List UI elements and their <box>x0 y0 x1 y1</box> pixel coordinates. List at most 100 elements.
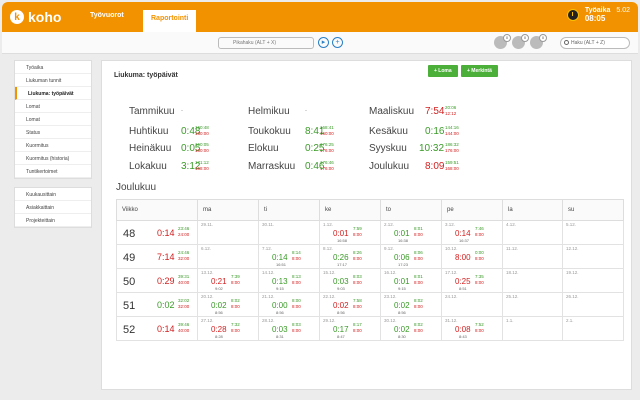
day-done: 8:00 <box>292 298 301 303</box>
month-done: 159:51 <box>445 160 459 165</box>
sidebar-item[interactable]: Kuukausittain <box>15 188 91 201</box>
day-cell[interactable]: 7.12. 0:14 8:14 8:00 16:51 <box>258 244 320 269</box>
day-target: 8:00 <box>292 304 301 309</box>
day-balance: 8:00 <box>455 253 471 262</box>
toolbar: Pikahaku (ALT + X) ▸ + 0 0 0 Haku (ALT +… <box>2 32 638 54</box>
plus-icon[interactable]: + <box>332 37 343 48</box>
week-number: 52 <box>123 324 136 336</box>
quick-search-input[interactable]: Pikahaku (ALT + X) <box>218 37 314 49</box>
day-cell[interactable]: 4.12. <box>502 220 563 245</box>
day-target: 8:00 <box>414 280 423 285</box>
day-cell[interactable]: 16.12. 0:01 8:01 8:00 9:15 <box>380 268 442 293</box>
day-time: 8:28 <box>215 334 223 339</box>
day-cell[interactable]: 8.12. 0:26 8:26 8:00 17:17 <box>319 244 381 269</box>
add-leave-button[interactable]: + Loma <box>428 65 458 77</box>
week-hours: 24:46 32:00 <box>178 250 189 262</box>
day-cell[interactable]: 30.12. 0:02 8:02 8:00 8:30 <box>380 316 442 341</box>
day-date: 21.12. <box>262 294 275 299</box>
day-cell[interactable]: 10.12. 8:00 0:00 8:00 <box>441 244 503 269</box>
calendar-icon[interactable]: 0 <box>512 34 529 49</box>
play-icon[interactable]: ▸ <box>318 37 329 48</box>
day-cell[interactable]: 24.12. <box>441 292 503 317</box>
day-cell[interactable]: 26.12. <box>562 292 624 317</box>
day-cell[interactable]: 21.12. 0:00 8:00 8:00 8:56 <box>258 292 320 317</box>
day-cell[interactable]: 23.12. 0:02 8:02 8:00 8:56 <box>380 292 442 317</box>
day-cell[interactable]: 29.12. 0:17 8:17 8:00 8:47 <box>319 316 381 341</box>
day-cell[interactable]: 2.1. <box>562 316 624 341</box>
day-date: 15.12. <box>323 270 336 275</box>
day-cell[interactable]: 11.12. <box>502 244 563 269</box>
add-entry-button[interactable]: + Merkintä <box>461 65 498 77</box>
day-cell[interactable]: 27.12. 0:28 7:32 8:00 8:28 <box>197 316 259 341</box>
day-done: 7:52 <box>475 322 484 327</box>
day-cell[interactable]: 20.12. 0:02 8:02 8:00 8:56 <box>197 292 259 317</box>
koho-logo[interactable]: k koho <box>10 9 61 25</box>
sidebar-item[interactable]: Kuormitus (historia) <box>15 152 91 165</box>
clock-time: 08:05 <box>584 14 606 23</box>
search-input[interactable]: Haku (ALT + Z) <box>560 37 630 49</box>
day-balance: 0:02 <box>211 301 227 310</box>
week-cell: 48 0:14 23:46 24:00 <box>116 220 198 245</box>
month-name: Helmikuu <box>248 106 290 117</box>
day-cell[interactable]: 17.12. 0:25 7:35 8:00 8:51 <box>441 268 503 293</box>
sidebar-item[interactable]: Lomat <box>15 113 91 126</box>
sidebar-item[interactable]: Lomat <box>15 100 91 113</box>
week-hours: 23:46 24:00 <box>178 226 189 238</box>
sidebar-item[interactable]: Status <box>15 126 91 139</box>
december-title: Joulukuu <box>116 182 157 193</box>
day-cell[interactable]: 1.1. <box>502 316 563 341</box>
day-hours: 7:32 8:00 <box>231 322 240 334</box>
day-cell[interactable]: 2.12. 0:01 8:01 8:00 16:38 <box>380 220 442 245</box>
month-balance: 0:16 <box>425 126 445 137</box>
sidebar-item[interactable]: Liukuma: työpäivät <box>15 87 91 100</box>
column-header: ma <box>197 199 259 221</box>
sidebar-item[interactable]: Projekteittain <box>15 214 91 227</box>
sidebar-group-reports: Työaika Liukuman tunnit Liukuma: työpäivät… <box>14 60 92 179</box>
users-icon[interactable]: 0 <box>494 34 511 49</box>
sidebar-item[interactable]: Kuormitus <box>15 139 91 152</box>
day-done: 8:01 <box>414 226 423 231</box>
search-placeholder: Haku (ALT + Z) <box>571 40 605 46</box>
sidebar-item[interactable]: Liukuman tunnit <box>15 74 91 87</box>
day-cell[interactable]: 1.12. 0:01 7:59 8:00 16:58 <box>319 220 381 245</box>
day-cell[interactable]: 9.12. 0:06 8:06 8:00 17:23 <box>380 244 442 269</box>
day-date: 14.12. <box>262 270 275 275</box>
day-cell[interactable]: 22.12. 0:02 7:58 8:00 8:56 <box>319 292 381 317</box>
sidebar-item[interactable]: Työaika <box>15 61 91 74</box>
day-cell[interactable]: 12.12. <box>562 244 624 269</box>
day-done: 8:03 <box>292 322 301 327</box>
day-cell[interactable]: 25.12. <box>502 292 563 317</box>
day-cell[interactable]: 15.12. 0:03 8:03 8:00 9:03 <box>319 268 381 293</box>
document-icon[interactable]: 0 <box>530 34 547 49</box>
day-cell[interactable]: 28.12. 0:03 8:03 8:00 8:31 <box>258 316 320 341</box>
user-clock[interactable]: Työaika 5.02 08:05 <box>566 7 630 23</box>
week-done: 23:46 <box>178 226 190 231</box>
nav-tab-raportointi[interactable]: Raportointi <box>143 10 197 32</box>
day-balance: 0:06 <box>394 253 410 262</box>
day-date: 19.12. <box>566 270 579 275</box>
nav-tab-tyovuorot[interactable]: Työvuorot <box>90 12 124 19</box>
day-cell[interactable]: 14.12. 0:13 8:13 8:00 9:15 <box>258 268 320 293</box>
month-target: 160:00 <box>320 131 334 136</box>
day-cell[interactable]: 5.12. <box>562 220 624 245</box>
day-cell[interactable]: 29.11. <box>197 220 259 245</box>
day-cell[interactable]: 19.12. <box>562 268 624 293</box>
sidebar-item[interactable]: Tuntikertoimet <box>15 165 91 178</box>
day-done: 8:13 <box>292 274 301 279</box>
month-name: Marraskuu <box>248 161 296 172</box>
day-cell[interactable]: 6.12. <box>197 244 259 269</box>
day-done: 8:17 <box>353 322 362 327</box>
day-cell[interactable]: 30.11. <box>258 220 320 245</box>
day-target: 8:00 <box>414 304 423 309</box>
month-name: Kesäkuu <box>369 126 408 137</box>
day-hours: 0:00 8:00 <box>475 250 484 262</box>
day-cell[interactable]: 31.12. 0:08 7:52 8:00 8:43 <box>441 316 503 341</box>
sidebar-item[interactable]: Asiakkaittain <box>15 201 91 214</box>
day-cell[interactable]: 3.12. 0:14 7:46 8:00 16:37 <box>441 220 503 245</box>
day-balance: 0:02 <box>394 325 410 334</box>
day-cell[interactable]: 18.12. <box>502 268 563 293</box>
week-hours: 39:46 40:00 <box>178 322 189 334</box>
month-hours: 159:51 168:00 <box>445 160 459 172</box>
day-cell[interactable]: 13.12. 0:21 7:39 8:00 9:02 <box>197 268 259 293</box>
day-done: 8:14 <box>292 250 301 255</box>
